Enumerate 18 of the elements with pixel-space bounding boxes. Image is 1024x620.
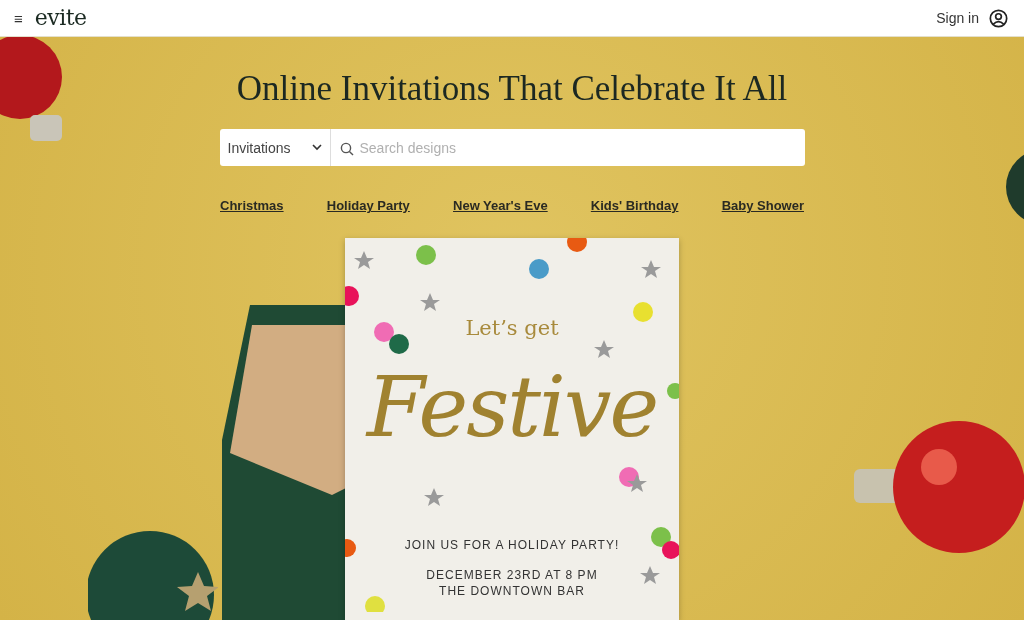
category-link[interactable]: New Year's Eve (453, 198, 548, 214)
invitation-detail: DECEMBER 23RD AT 8 PM (426, 566, 598, 583)
category-link[interactable]: Holiday Party (326, 198, 410, 214)
category-link[interactable]: Baby Shower (721, 198, 804, 214)
category-link[interactable]: Christmas (220, 198, 284, 214)
invitation-detail: JOIN US FOR A HOLIDAY PARTY! (404, 536, 620, 553)
chevron-down-icon (311, 144, 322, 152)
invitation-headline: Festive (366, 357, 658, 459)
page-title: Online Invitations That Celebrate It All (236, 69, 788, 109)
invitation-detail: THE DOWNTOWN BAR (439, 582, 585, 599)
menu-icon[interactable]: ≡ (14, 9, 23, 27)
invitation-intro: Let’s get (465, 316, 559, 341)
account-icon[interactable] (989, 8, 1008, 28)
category-dropdown[interactable]: Invitations (219, 129, 331, 167)
sign-in-link[interactable]: Sign in (936, 10, 979, 26)
logo[interactable]: evite (34, 7, 87, 29)
search-field[interactable]: Search designs (330, 129, 805, 167)
category-link[interactable]: Kids' Birthday (590, 198, 679, 214)
